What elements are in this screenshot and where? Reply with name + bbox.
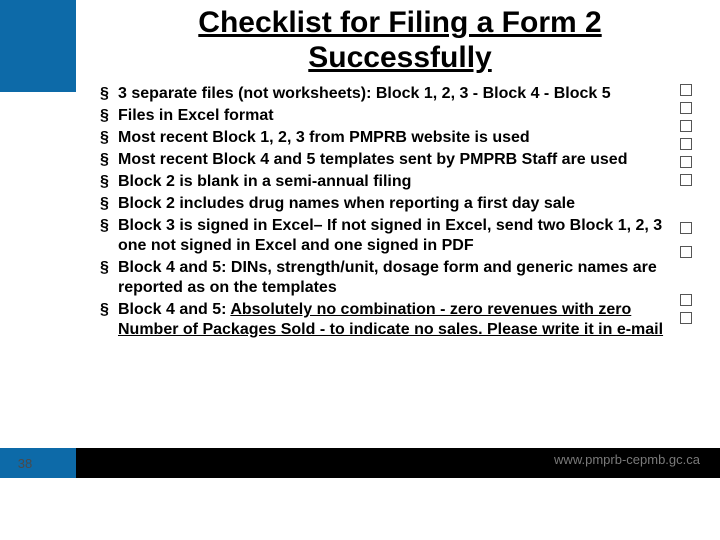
content-area: 3 separate files (not worksheets): Block… xyxy=(100,84,670,342)
checkbox-icon xyxy=(680,312,692,324)
footer-url: www.pmprb-cepmb.gc.ca xyxy=(554,452,700,467)
bullet-list: 3 separate files (not worksheets): Block… xyxy=(100,84,670,340)
list-item: Block 2 is blank in a semi-annual filing xyxy=(100,172,670,192)
checkbox-icon xyxy=(680,246,692,258)
checkbox-icon xyxy=(680,156,692,168)
checkbox-icon xyxy=(680,84,692,96)
rail-mid xyxy=(0,92,76,448)
bullet-text: Files in Excel format xyxy=(118,107,274,124)
checkbox-icon xyxy=(680,120,692,132)
list-item: Block 4 and 5: Absolutely no combination… xyxy=(100,300,670,340)
bullet-text: Block 4 and 5: DINs, strength/unit, dosa… xyxy=(118,259,657,296)
bullet-prefix: Block 4 and 5: xyxy=(118,301,230,318)
checkbox-icon xyxy=(680,102,692,114)
checkbox-icon xyxy=(680,138,692,150)
slide: Checklist for Filing a Form 2 Successful… xyxy=(0,0,720,540)
checkbox-icon xyxy=(680,222,692,234)
spacer xyxy=(680,192,698,222)
slide-title: Checklist for Filing a Form 2 Successful… xyxy=(120,6,680,75)
bullet-text: Block 3 is signed in Excel– If not signe… xyxy=(118,217,662,254)
list-item: 3 separate files (not worksheets): Block… xyxy=(100,84,670,104)
list-item: Files in Excel format xyxy=(100,106,670,126)
bullet-text: Block 2 includes drug names when reporti… xyxy=(118,195,575,212)
checkbox-icon xyxy=(680,174,692,186)
bullet-text: 3 separate files (not worksheets): Block… xyxy=(118,85,611,102)
bullet-text: Block 2 is blank in a semi-annual filing xyxy=(118,173,411,190)
list-item: Most recent Block 1, 2, 3 from PMPRB web… xyxy=(100,128,670,148)
rail-accent-top xyxy=(0,0,76,92)
bullet-text: Most recent Block 1, 2, 3 from PMPRB web… xyxy=(118,129,530,146)
checkbox-icon xyxy=(680,294,692,306)
list-item: Most recent Block 4 and 5 templates sent… xyxy=(100,150,670,170)
page-number: 38 xyxy=(0,456,50,471)
bullet-text: Most recent Block 4 and 5 templates sent… xyxy=(118,151,627,168)
spacer xyxy=(680,264,698,294)
list-item: Block 2 includes drug names when reporti… xyxy=(100,194,670,214)
list-item: Block 3 is signed in Excel– If not signe… xyxy=(100,216,670,256)
checkbox-column xyxy=(680,84,698,330)
list-item: Block 4 and 5: DINs, strength/unit, dosa… xyxy=(100,258,670,298)
